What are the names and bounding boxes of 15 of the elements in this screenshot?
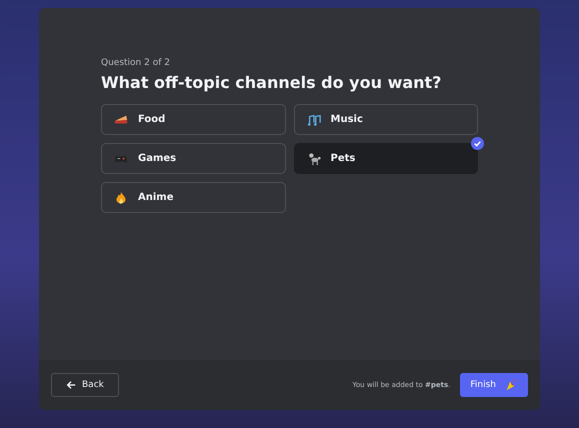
pie-icon	[114, 112, 128, 126]
channel-option[interactable]: Pets	[294, 143, 478, 174]
music-notes-icon	[306, 112, 320, 126]
back-button[interactable]: Back	[51, 373, 119, 397]
checkmark-icon	[471, 137, 484, 150]
fire-icon	[114, 190, 128, 204]
finish-button[interactable]: Finish	[460, 373, 528, 397]
question-title: What off-topic channels do you want?	[101, 73, 442, 92]
party-popper-icon	[504, 378, 518, 392]
channel-option[interactable]: Games	[101, 143, 286, 174]
arrow-left-icon	[66, 380, 76, 390]
progress-label: Question 2 of 2	[101, 58, 171, 68]
channel-option[interactable]: Music	[294, 104, 478, 135]
channel-option[interactable]: Anime	[101, 182, 286, 213]
channel-option[interactable]: Food	[101, 104, 286, 135]
